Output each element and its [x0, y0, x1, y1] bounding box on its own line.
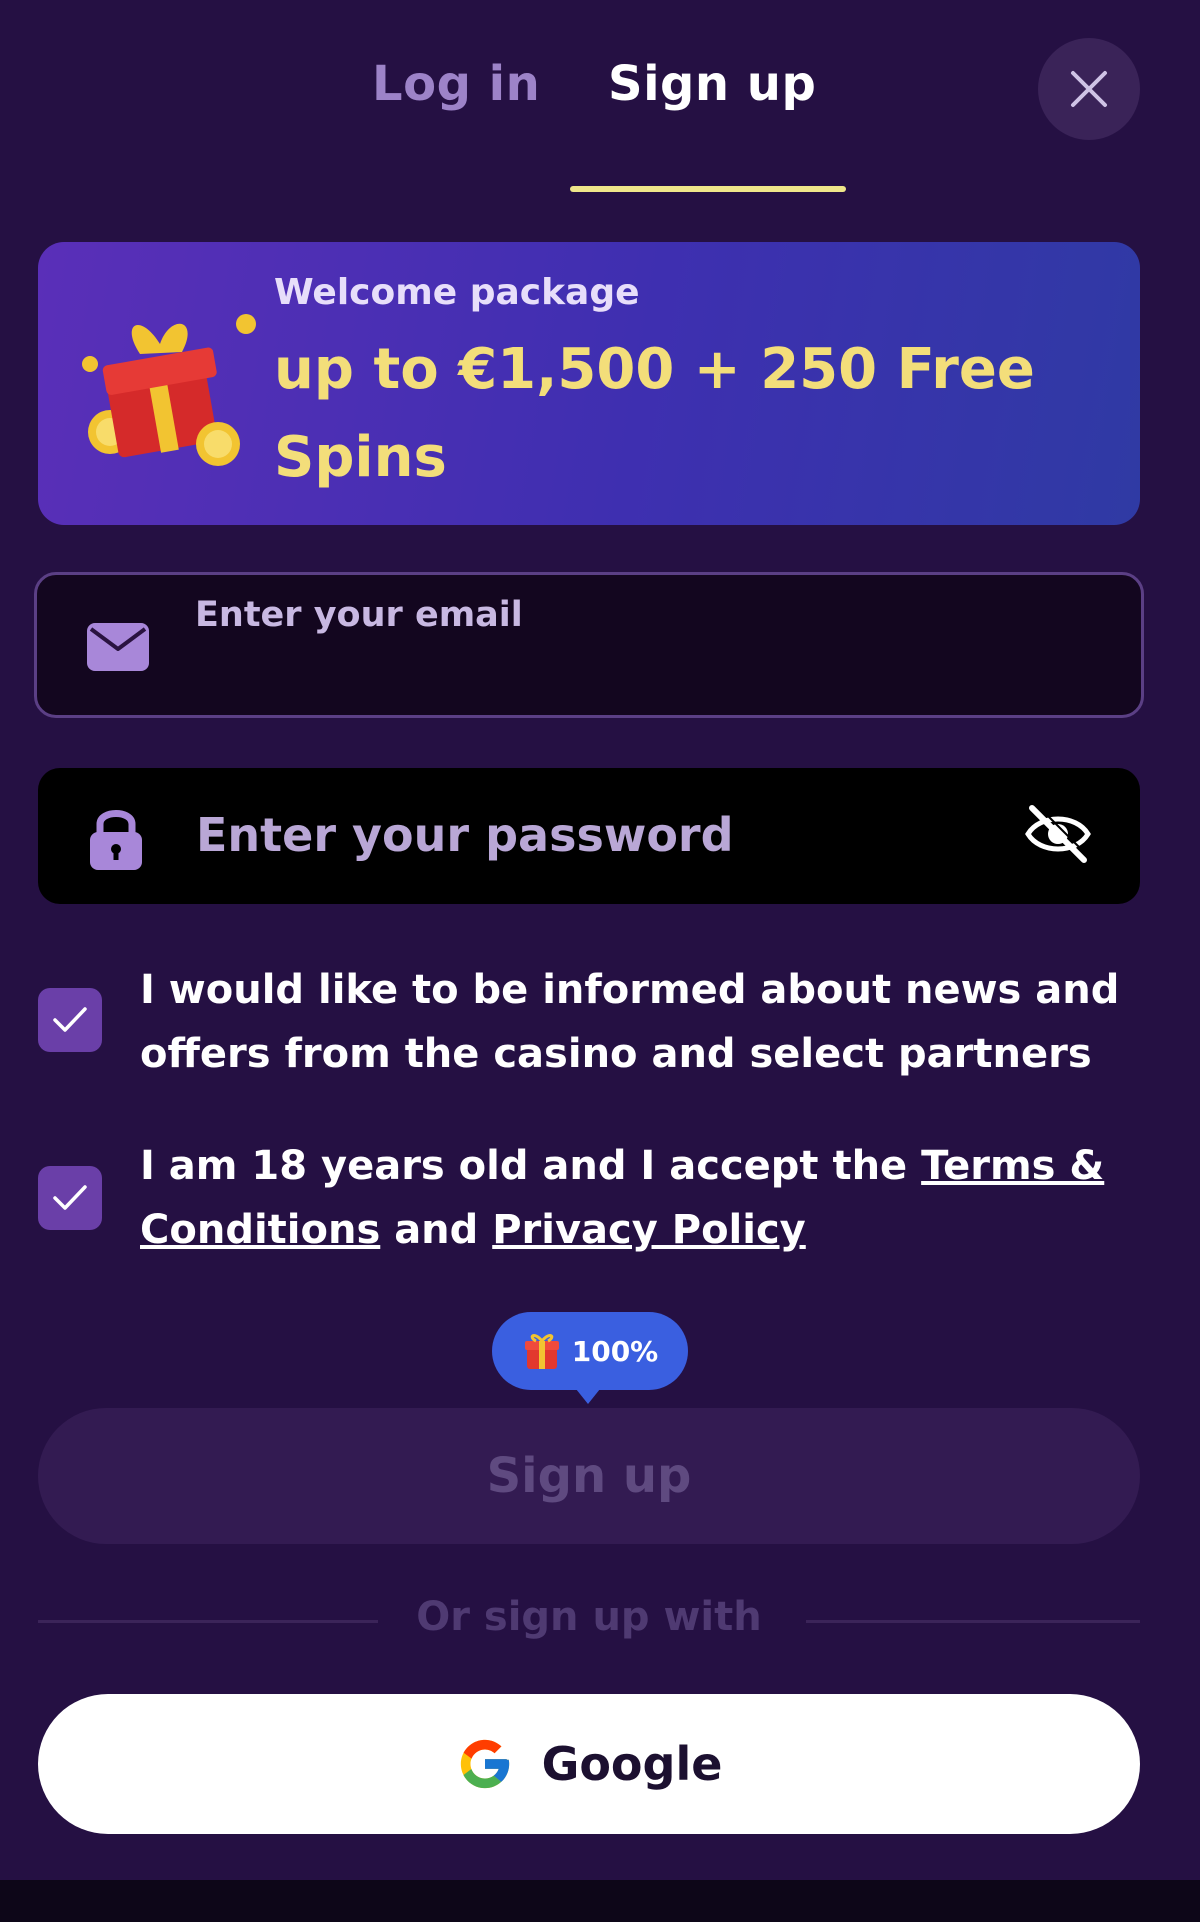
bubble-tail — [572, 1384, 604, 1404]
google-button-label: Google — [541, 1737, 723, 1791]
signup-submit-label: Sign up — [486, 1448, 692, 1504]
email-field[interactable]: Enter your email — [34, 572, 1144, 718]
tab-login[interactable]: Log in — [372, 56, 540, 112]
tab-signup[interactable]: Sign up — [608, 56, 816, 112]
close-button[interactable] — [1038, 38, 1140, 140]
gift-icon — [82, 314, 256, 466]
banner-offer: up to €1,500 + 250 Free Spins — [274, 337, 1035, 490]
lock-icon — [90, 810, 142, 870]
age-consent-middle: and — [380, 1207, 493, 1253]
eye-off-icon[interactable] — [1022, 798, 1094, 870]
banner-kicker: Welcome package — [274, 272, 640, 313]
bonus-progress-bubble: 100% — [492, 1312, 688, 1390]
email-placeholder: Enter your email — [195, 595, 523, 635]
password-placeholder: Enter your password — [196, 808, 734, 862]
bottom-bar — [0, 1880, 1200, 1922]
gift-icon — [524, 1334, 559, 1369]
age-consent-checkbox[interactable] — [38, 1166, 102, 1230]
age-consent-text: I am 18 years old and I accept the Terms… — [140, 1134, 1140, 1262]
welcome-banner[interactable]: Welcome package up to €1,500 + 250 Free … — [38, 242, 1140, 525]
bonus-percent: 100% — [571, 1334, 659, 1368]
close-icon — [1071, 71, 1107, 107]
envelope-icon — [87, 623, 149, 671]
news-consent-text: I would like to be informed about news a… — [140, 967, 1120, 1077]
checkmark-icon — [53, 1007, 87, 1032]
password-field[interactable]: Enter your password — [38, 768, 1140, 904]
signup-submit-button[interactable]: Sign up — [38, 1408, 1140, 1544]
age-consent-prefix: I am 18 years old and I accept the — [140, 1143, 922, 1189]
privacy-policy-link[interactable]: Privacy Policy — [492, 1207, 806, 1253]
social-divider-text: Or sign up with — [416, 1594, 762, 1640]
active-tab-indicator — [570, 186, 846, 192]
google-icon — [460, 1739, 509, 1789]
signup-modal: Log in Sign up Welcome package up to €1,… — [0, 0, 1200, 1880]
news-consent-checkbox[interactable] — [38, 988, 102, 1052]
checkmark-icon — [53, 1185, 87, 1210]
google-signup-button[interactable]: Google — [38, 1694, 1140, 1834]
